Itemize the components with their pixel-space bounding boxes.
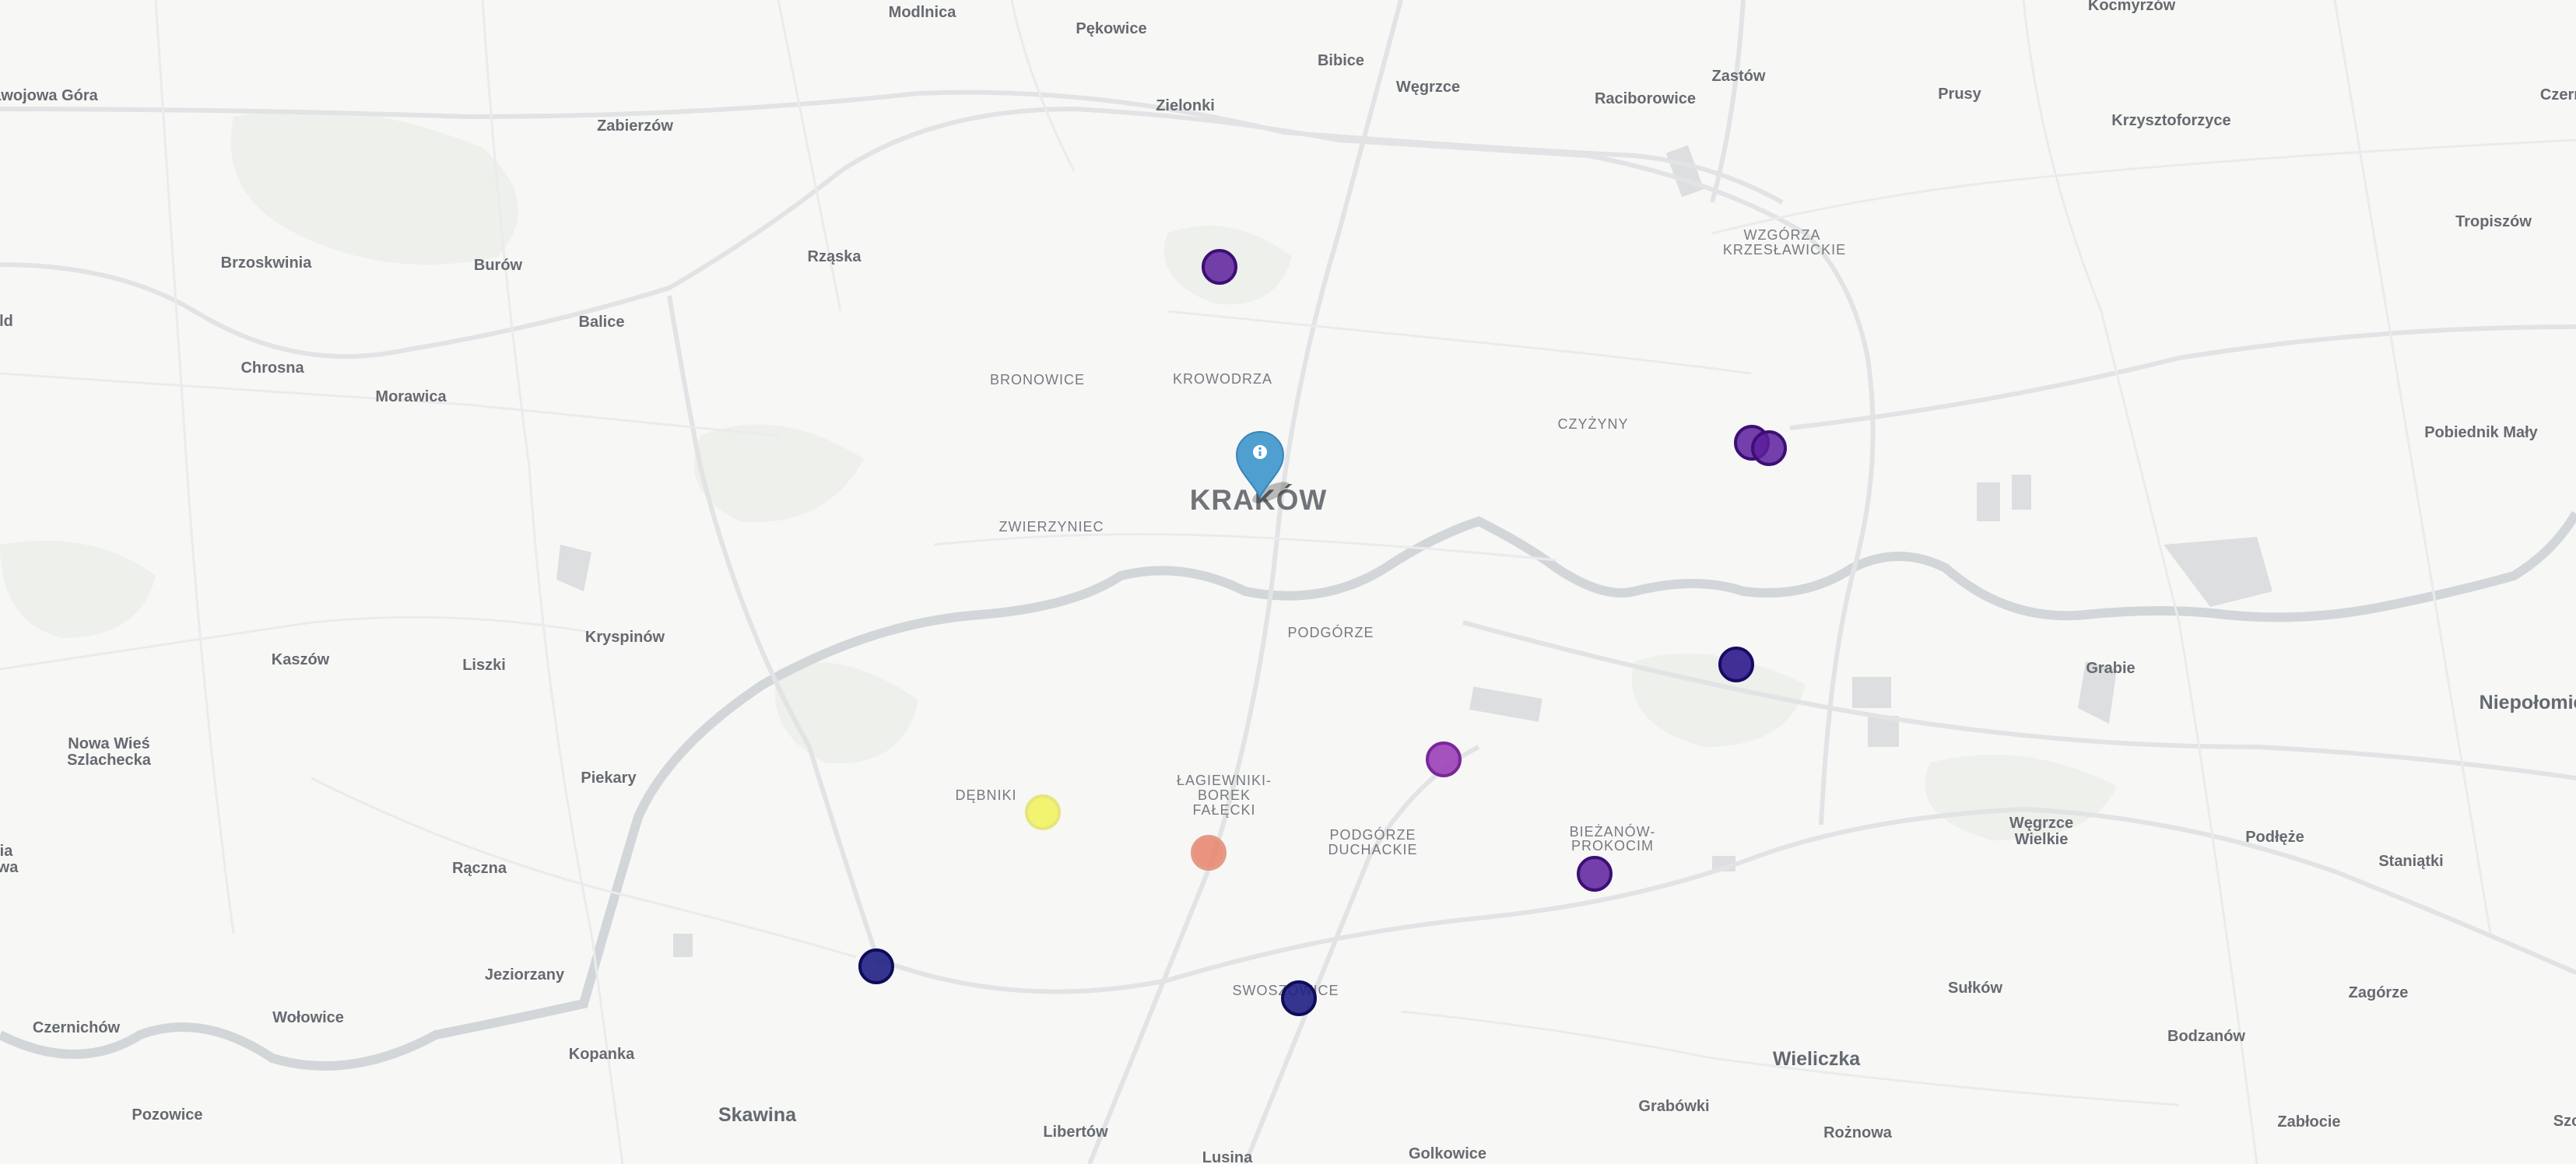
svg-text:FAŁĘCKI: FAŁĘCKI <box>1192 802 1255 818</box>
svg-text:Prusy: Prusy <box>1938 86 1981 103</box>
svg-text:Bibice: Bibice <box>1318 52 1364 69</box>
svg-text:Skawina: Skawina <box>718 1104 797 1126</box>
svg-text:Staniątki: Staniątki <box>2378 853 2443 870</box>
svg-text:BIEŻANÓW-: BIEŻANÓW- <box>1570 823 1656 840</box>
terrain-layer <box>0 110 2117 840</box>
svg-text:Węgrzce: Węgrzce <box>1396 79 1460 96</box>
svg-text:PODGÓRZE: PODGÓRZE <box>1287 624 1374 640</box>
town-labels: Skawina Wieliczka Niepołomice <box>718 692 2576 1126</box>
map-marker[interactable] <box>858 948 894 984</box>
svg-text:Pobiednik Mały: Pobiednik Mały <box>2424 424 2538 441</box>
svg-text:Szc: Szc <box>2553 1113 2576 1130</box>
map-marker[interactable] <box>1426 742 1462 777</box>
svg-text:ZWIERZYNIEC: ZWIERZYNIEC <box>999 519 1104 535</box>
svg-text:Tropiszów: Tropiszów <box>2455 213 2532 230</box>
svg-text:Raciborowice: Raciborowice <box>1595 90 1696 107</box>
svg-text:Kaszów: Kaszów <box>272 651 330 668</box>
svg-text:Grabie: Grabie <box>2086 660 2135 677</box>
svg-text:KRZESŁAWICKIE: KRZESŁAWICKIE <box>1723 242 1846 258</box>
svg-text:Zabłocie: Zabłocie <box>2277 1113 2340 1131</box>
svg-text:Zastów: Zastów <box>1712 68 1766 85</box>
map-marker[interactable] <box>1577 856 1613 892</box>
svg-text:CZYŻYNY: CZYŻYNY <box>1557 416 1628 432</box>
svg-text:Brzoskwinia: Brzoskwinia <box>221 254 313 272</box>
svg-text:Niepołomice: Niepołomice <box>2479 692 2576 713</box>
info-icon <box>1253 445 1267 459</box>
svg-text:Grabówki: Grabówki <box>1638 1098 1709 1115</box>
svg-text:Balice: Balice <box>579 314 625 331</box>
svg-text:Wołowice: Wołowice <box>272 1009 344 1026</box>
svg-text:Czernichów: Czernichów <box>33 1019 121 1036</box>
svg-text:ŁAGIEWNIKI-: ŁAGIEWNIKI- <box>1177 773 1272 788</box>
svg-text:Piekary: Piekary <box>581 770 637 787</box>
map-marker[interactable] <box>1025 794 1061 830</box>
svg-text:Pozowice: Pozowice <box>132 1106 202 1124</box>
svg-text:Czernic: Czernic <box>2540 86 2576 103</box>
map-marker[interactable] <box>1281 980 1317 1016</box>
svg-text:Lusina: Lusina <box>1202 1149 1253 1164</box>
svg-text:Nowa Wieś: Nowa Wieś <box>68 735 149 752</box>
svg-text:Wieliczka: Wieliczka <box>1773 1048 1861 1070</box>
svg-text:Morawica: Morawica <box>375 388 447 405</box>
svg-text:Burów: Burów <box>474 257 523 274</box>
svg-text:Zielonki: Zielonki <box>1156 97 1215 114</box>
svg-text:PROKOCIM: PROKOCIM <box>1571 838 1654 854</box>
svg-text:Sułków: Sułków <box>1948 980 2002 997</box>
svg-text:Kocmyrzów: Kocmyrzów <box>2088 0 2176 14</box>
map-marker[interactable] <box>1191 835 1227 871</box>
svg-text:ld: ld <box>0 313 13 330</box>
svg-text:Modlnica: Modlnica <box>889 4 957 21</box>
svg-text:Kopanka: Kopanka <box>569 1046 635 1063</box>
svg-text:awojowa Góra: awojowa Góra <box>0 87 99 104</box>
svg-text:DĘBNIKI: DĘBNIKI <box>955 787 1016 803</box>
svg-text:KROWODRZA: KROWODRZA <box>1173 371 1272 387</box>
svg-text:Libertów: Libertów <box>1043 1124 1108 1141</box>
svg-text:BOREK: BOREK <box>1198 787 1251 803</box>
svg-text:Chrosna: Chrosna <box>240 359 304 377</box>
svg-text:PODGÓRZE: PODGÓRZE <box>1329 826 1416 843</box>
svg-text:Rząska: Rząska <box>808 248 862 265</box>
svg-text:Wielkie: Wielkie <box>2015 831 2069 848</box>
district-labels: BRONOWICE KROWODRZA ZWIERZYNIEC CZYŻYNY … <box>955 226 1846 998</box>
map-marker[interactable] <box>1202 249 1237 285</box>
svg-text:DUCHACKIE: DUCHACKIE <box>1328 842 1417 857</box>
svg-text:Zagórze: Zagórze <box>2349 984 2409 1001</box>
map-marker[interactable] <box>1751 430 1787 466</box>
map-canvas[interactable]: Modlnica Pękowice Bibice Węgrzce Zastów … <box>0 0 2576 1164</box>
svg-text:Rączna: Rączna <box>452 860 507 877</box>
svg-text:Golkowice: Golkowice <box>1409 1145 1486 1162</box>
svg-text:WZGÓRZA: WZGÓRZA <box>1744 226 1821 243</box>
map-marker[interactable] <box>1718 647 1754 682</box>
svg-text:Zabierzów: Zabierzów <box>597 117 673 135</box>
svg-text:Rożnowa: Rożnowa <box>1823 1124 1893 1141</box>
svg-text:Krzysztoforzyce: Krzysztoforzyce <box>2111 112 2230 129</box>
svg-text:Węgrzce: Węgrzce <box>2009 815 2073 832</box>
svg-text:Kryspinów: Kryspinów <box>585 629 665 646</box>
svg-text:ia: ia <box>0 843 13 860</box>
svg-text:Jeziorzany: Jeziorzany <box>485 966 565 983</box>
svg-text:Szlachecka: Szlachecka <box>67 752 152 769</box>
svg-text:wa: wa <box>0 859 19 876</box>
svg-text:Liszki: Liszki <box>462 657 506 674</box>
svg-text:Bodzanów: Bodzanów <box>2167 1028 2245 1045</box>
svg-text:Podłęże: Podłęże <box>2245 829 2304 846</box>
svg-text:BRONOWICE: BRONOWICE <box>990 372 1085 387</box>
svg-text:Pękowice: Pękowice <box>1076 20 1146 37</box>
